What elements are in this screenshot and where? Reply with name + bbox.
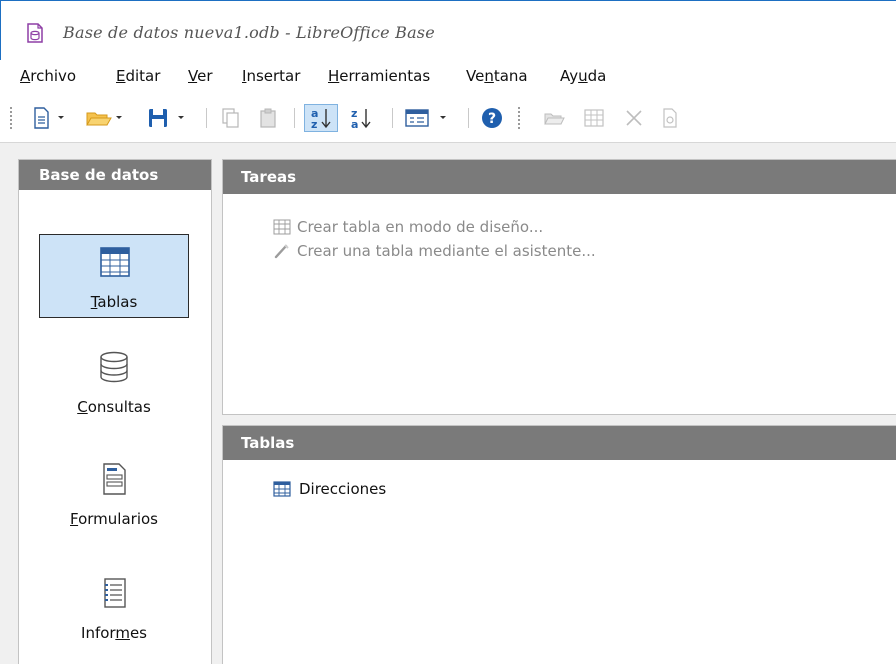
- menu-label-rest: er: [197, 67, 213, 85]
- paste-icon: [260, 108, 276, 128]
- menu-label-pre: Ve: [466, 67, 485, 85]
- sidebar-item-tablas[interactable]: Tablas: [39, 234, 189, 318]
- toolbar-separator: [294, 108, 295, 128]
- menu-mnemonic: u: [578, 67, 588, 85]
- save-button[interactable]: [144, 104, 190, 132]
- sidebar-item-consultas[interactable]: Consultas: [39, 340, 189, 424]
- table-entry-direcciones[interactable]: Direcciones: [273, 480, 386, 498]
- sidebar-item-label: Tablas: [40, 293, 188, 311]
- menu-mnemonic: A: [20, 67, 31, 85]
- main-area: Base de datos Tablas Consultas Formulari…: [0, 142, 896, 664]
- help-icon: ?: [482, 108, 502, 128]
- menu-archivo[interactable]: Archivo: [20, 67, 76, 85]
- menu-mnemonic: V: [188, 67, 198, 85]
- tables-panel-header: Tablas: [223, 426, 896, 460]
- table-icon: [273, 481, 291, 497]
- sidebar-item-label: Informes: [39, 624, 189, 642]
- menu-mnemonic: H: [328, 67, 340, 85]
- copy-button[interactable]: [216, 104, 244, 132]
- sidebar-item-label: Formularios: [39, 510, 189, 528]
- menu-mnemonic: n: [484, 67, 494, 85]
- menu-insertar[interactable]: Insertar: [242, 67, 300, 85]
- rename-icon: [663, 108, 677, 128]
- copy-icon: [222, 108, 239, 128]
- delete-icon: [626, 110, 642, 126]
- table-design-icon: [273, 219, 291, 235]
- menu-label-rest: erramientas: [339, 67, 431, 85]
- label-rest: es: [129, 624, 147, 642]
- new-document-icon: [34, 107, 64, 129]
- label-mnemonic: C: [77, 398, 88, 416]
- tasks-panel: Tareas Crear tabla en modo de diseño... …: [222, 159, 896, 415]
- tables-panel: Tablas Direcciones: [222, 425, 896, 664]
- toolbar-separator: [206, 108, 207, 128]
- label-mnemonic: m: [115, 624, 130, 642]
- form-icon: [103, 463, 126, 495]
- form-view-icon: [405, 109, 446, 127]
- sidebar-item-formularios[interactable]: Formularios: [39, 452, 189, 536]
- toolbar-grip[interactable]: [10, 107, 12, 129]
- menu-editar[interactable]: Editar: [116, 67, 160, 85]
- table-entry-label: Direcciones: [299, 480, 387, 498]
- open-object-icon: [544, 113, 565, 125]
- sort-descending-icon: z a: [351, 107, 371, 131]
- libreoffice-base-icon: [27, 23, 43, 43]
- label-mnemonic: F: [70, 510, 79, 528]
- edit-table-icon: [584, 109, 604, 127]
- menu-label-rest: da: [587, 67, 607, 85]
- label-rest: onsultas: [87, 398, 151, 416]
- rename-button[interactable]: [656, 104, 684, 132]
- menu-label-rest: nsertar: [246, 67, 301, 85]
- toolbar-separator: [392, 108, 393, 128]
- sidebar-header: Base de datos: [19, 160, 211, 190]
- table-icon: [100, 247, 130, 277]
- task-label: Crear una tabla mediante el asistente...: [297, 242, 596, 260]
- menu-ventana[interactable]: Ventana: [466, 67, 528, 85]
- label-rest: ormularios: [78, 510, 158, 528]
- task-create-table-design[interactable]: Crear tabla en modo de diseño...: [273, 218, 543, 236]
- save-icon: [149, 109, 184, 127]
- help-button[interactable]: ?: [478, 104, 506, 132]
- toolbar-grip[interactable]: [518, 107, 520, 129]
- view-button[interactable]: [402, 104, 456, 132]
- edit-table-button[interactable]: [580, 104, 608, 132]
- sidebar-item-informes[interactable]: Informes: [39, 566, 189, 650]
- report-icon: [104, 578, 126, 608]
- toolbar-separator: [468, 108, 469, 128]
- open-button[interactable]: [84, 104, 128, 132]
- label-rest: ablas: [97, 293, 138, 311]
- delete-button[interactable]: [620, 104, 648, 132]
- sort-ascending-icon: a z: [311, 107, 331, 131]
- database-icon: [100, 351, 128, 383]
- new-document-button[interactable]: [30, 104, 70, 132]
- svg-text:z: z: [311, 118, 317, 131]
- menu-ver[interactable]: Ver: [188, 67, 213, 85]
- database-sidebar: Base de datos Tablas Consultas Formulari…: [18, 159, 212, 664]
- tasks-panel-header: Tareas: [223, 160, 896, 194]
- paste-button[interactable]: [254, 104, 282, 132]
- sort-descending-button[interactable]: z a: [344, 104, 378, 132]
- open-folder-icon: [86, 112, 122, 126]
- sidebar-item-label: Consultas: [39, 398, 189, 416]
- menu-label-rest: tana: [493, 67, 528, 85]
- menu-label-pre: Ay: [560, 67, 579, 85]
- menu-bar: Archivo Editar Ver Insertar Herramientas…: [0, 60, 896, 92]
- open-object-button[interactable]: [540, 104, 568, 132]
- wizard-icon: [274, 244, 289, 259]
- menu-ayuda[interactable]: Ayuda: [560, 67, 606, 85]
- label-pre: Infor: [81, 624, 116, 642]
- sort-ascending-button[interactable]: a z: [304, 104, 338, 132]
- title-bar: Base de datos nueva1.odb - LibreOffice B…: [0, 0, 896, 60]
- window-title: Base de datos nueva1.odb - LibreOffice B…: [63, 23, 435, 42]
- menu-label-rest: rchivo: [30, 67, 77, 85]
- menu-label-rest: ditar: [125, 67, 161, 85]
- svg-text:?: ?: [488, 111, 496, 127]
- task-create-table-wizard[interactable]: Crear una tabla mediante el asistente...: [273, 242, 596, 260]
- svg-text:a: a: [351, 118, 358, 131]
- menu-herramientas[interactable]: Herramientas: [328, 67, 430, 85]
- standard-toolbar: a z z a ?: [0, 98, 896, 138]
- task-label: Crear tabla en modo de diseño...: [297, 218, 544, 236]
